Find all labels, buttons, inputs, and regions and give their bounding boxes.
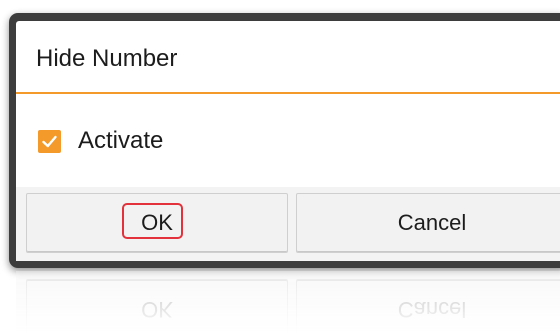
checkmark-icon xyxy=(42,135,57,147)
activate-checkbox[interactable] xyxy=(38,129,61,153)
hide-number-dialog: Hide Number Activate OK Cancel xyxy=(16,21,560,261)
dialog-title: Hide Number xyxy=(36,45,178,72)
cancel-button-reflection: Cancel xyxy=(296,279,560,333)
activate-checkbox-row[interactable]: Activate xyxy=(38,125,163,157)
ok-button-reflection: OK xyxy=(26,279,288,333)
button-bar: OK Cancel xyxy=(16,187,560,261)
reflection-button-bar: OK Cancel xyxy=(16,271,560,333)
dialog-reflection: OK Cancel xyxy=(9,271,560,333)
title-divider xyxy=(16,92,560,94)
ok-button[interactable]: OK xyxy=(26,193,288,253)
cancel-button[interactable]: Cancel xyxy=(296,193,560,253)
activate-label: Activate xyxy=(78,127,164,154)
